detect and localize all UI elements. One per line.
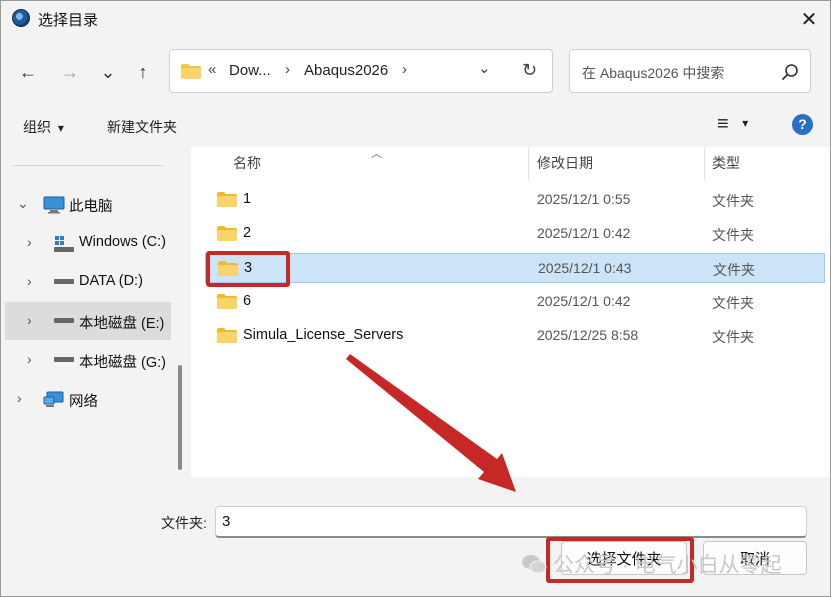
navigation-scrollbar[interactable] (178, 365, 182, 470)
folder-icon (217, 328, 237, 343)
tree-item-this-pc[interactable]: ⌄ 此电脑 (5, 185, 171, 223)
divider (13, 165, 163, 166)
back-arrow-icon: ← (19, 61, 37, 82)
column-divider[interactable] (704, 147, 705, 181)
navigation-bar: ← → ⌄ ↑ « Dow... › Abaqus2026 › ⌄ ↻ 在 Ab… (1, 37, 830, 105)
tree-item-label: DATA (D:) (79, 273, 143, 289)
tree-item-windows-c[interactable]: › Windows (C:) (5, 224, 171, 262)
select-folder-dialog: 选择目录 ✕ ← → ⌄ ↑ « Dow... › Abaqus2026 › ⌄… (0, 0, 831, 597)
file-name: 1 (243, 191, 252, 207)
folder-icon (217, 294, 237, 309)
app-icon (12, 9, 30, 27)
dialog-footer: 文件夹: 选择文件夹 取消 (1, 477, 830, 596)
chevron-down-icon[interactable]: ⌄ (17, 195, 29, 212)
tree-item-label: 此电脑 (69, 199, 113, 215)
tree-item-label: 网络 (69, 394, 98, 410)
sort-ascending-icon: ︿ (371, 148, 382, 160)
view-options-button[interactable]: ≡ ▾ (717, 113, 748, 136)
file-name: Simula_License_Servers (243, 327, 404, 343)
breadcrumb-separator-icon[interactable]: › (402, 61, 407, 78)
windows-drive-icon (54, 236, 74, 252)
new-folder-button[interactable]: 新建文件夹 (107, 117, 177, 137)
drive-icon (54, 357, 74, 362)
watermark-text: 公众号 · 电气小白从零起 (553, 554, 782, 577)
file-row[interactable]: Simula_License_Servers 2025/12/25 8:58 文… (205, 321, 825, 351)
chevron-down-icon: ⌄ (100, 61, 116, 82)
breadcrumb-abaqus2026[interactable]: Abaqus2026 (304, 62, 388, 79)
file-list: ︿ 名称 修改日期 类型 1 2025/12/1 0:55 文件夹 2 2025… (191, 147, 830, 477)
forward-arrow-icon: → (61, 61, 79, 82)
search-box[interactable]: 在 Abaqus2026 中搜索 (569, 49, 811, 93)
tree-item-local-disk-e[interactable]: › 本地磁盘 (E:) (5, 302, 171, 340)
file-row-selected[interactable]: 3 2025/12/1 0:43 文件夹 (205, 253, 825, 283)
address-bar[interactable]: « Dow... › Abaqus2026 › ⌄ ↻ (169, 49, 553, 93)
file-date: 2025/12/1 0:55 (537, 191, 631, 207)
file-type: 文件夹 (712, 295, 754, 311)
pc-icon (43, 196, 65, 214)
file-type: 文件夹 (712, 329, 754, 345)
chevron-right-icon[interactable]: › (17, 390, 22, 406)
file-type: 文件夹 (713, 262, 755, 278)
file-row[interactable]: 6 2025/12/1 0:42 文件夹 (205, 287, 825, 317)
search-icon[interactable] (780, 62, 800, 82)
tree-item-data-d[interactable]: › DATA (D:) (5, 263, 171, 301)
close-button[interactable]: ✕ (788, 1, 830, 37)
file-type: 文件夹 (712, 227, 754, 243)
search-placeholder: 在 Abaqus2026 中搜索 (582, 65, 725, 81)
tree-item-label: Windows (C:) (79, 234, 167, 250)
folder-icon (217, 192, 237, 207)
chevron-right-icon[interactable]: › (27, 234, 32, 250)
back-button[interactable]: ← (15, 59, 41, 85)
command-bar: 组织 ▾ 新建文件夹 ≡ ▾ ? (1, 105, 830, 147)
file-row[interactable]: 1 2025/12/1 0:55 文件夹 (205, 185, 825, 215)
list-view-icon: ≡ (717, 113, 729, 135)
address-dropdown-icon[interactable]: ⌄ (478, 59, 491, 77)
breadcrumb-separator-icon[interactable]: › (285, 61, 290, 78)
chevron-right-icon[interactable]: › (27, 312, 32, 328)
up-button[interactable]: ↑ (130, 59, 156, 85)
organize-label: 组织 (23, 119, 51, 135)
file-type: 文件夹 (712, 193, 754, 209)
file-name: 6 (243, 293, 252, 309)
caret-down-icon: ▾ (742, 116, 749, 130)
help-icon[interactable]: ? (792, 114, 813, 135)
chevron-right-icon[interactable]: › (27, 351, 32, 367)
network-icon (43, 391, 64, 407)
file-date: 2025/12/1 0:42 (537, 293, 631, 309)
tree-item-local-disk-g[interactable]: › 本地磁盘 (G:) (5, 341, 171, 379)
navigation-pane: ⌄ 此电脑 › Windows (C:) › DATA (D:) › 本地磁盘 … (1, 147, 191, 477)
drive-icon (54, 318, 74, 323)
close-icon: ✕ (800, 8, 818, 31)
overflow-icon[interactable]: « (208, 61, 216, 78)
forward-button[interactable]: → (57, 59, 83, 85)
organize-menu[interactable]: 组织 ▾ (23, 117, 64, 137)
column-divider[interactable] (528, 147, 529, 181)
dialog-title: 选择目录 (38, 12, 99, 29)
folder-name-input[interactable] (215, 506, 807, 538)
refresh-icon[interactable]: ↻ (522, 60, 537, 81)
column-header-type[interactable]: 类型 (712, 153, 740, 173)
wechat-icon (522, 555, 547, 574)
chevron-right-icon[interactable]: › (27, 273, 32, 289)
folder-icon (181, 64, 201, 79)
recent-locations-button[interactable]: ⌄ (95, 59, 121, 85)
file-name: 2 (243, 225, 252, 241)
file-date: 2025/12/1 0:42 (537, 225, 631, 241)
file-row[interactable]: 2 2025/12/1 0:42 文件夹 (205, 219, 825, 249)
tree-item-network[interactable]: › 网络 (5, 380, 171, 418)
caret-down-icon: ▾ (57, 121, 64, 135)
drive-icon (54, 279, 74, 284)
up-arrow-icon: ↑ (138, 61, 148, 82)
column-header-name[interactable]: 名称 (233, 153, 261, 173)
file-date: 2025/12/25 8:58 (537, 327, 639, 343)
folder-icon (217, 226, 237, 241)
tree-item-label: 本地磁盘 (G:) (79, 355, 166, 371)
highlight-box-folder-3 (206, 251, 290, 287)
folder-field-label: 文件夹: (161, 515, 207, 531)
title-bar: 选择目录 ✕ (1, 1, 830, 37)
column-header-modified[interactable]: 修改日期 (537, 153, 593, 173)
file-date: 2025/12/1 0:43 (538, 260, 632, 276)
breadcrumb-downloads[interactable]: Dow... (229, 62, 271, 79)
tree-item-label: 本地磁盘 (E:) (79, 316, 165, 332)
